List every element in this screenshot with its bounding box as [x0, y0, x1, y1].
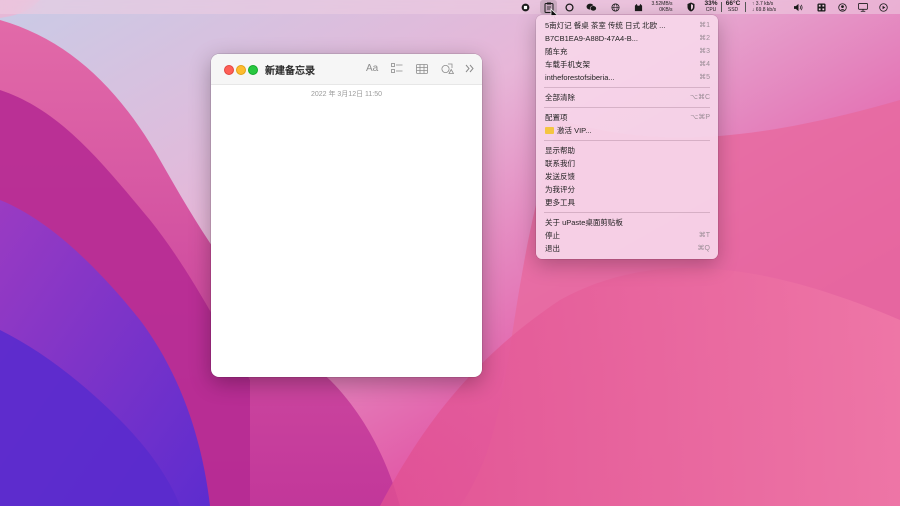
menu-separator	[544, 212, 710, 213]
menu-separator	[544, 107, 710, 108]
note-date: 2022 年 3月12日 11:50	[310, 91, 383, 98]
preferences-label: 配置项	[545, 112, 568, 122]
contact-us-item[interactable]: 联系我们	[544, 157, 710, 169]
folder-icon	[545, 126, 554, 134]
clip-item-2[interactable]: B7CB1EA9-A88D-47A4-B... ⌘2	[544, 32, 710, 44]
checklist-button[interactable]	[391, 61, 403, 76]
checklist-icon	[391, 63, 403, 73]
menu-separator	[544, 140, 710, 141]
clip-item-shortcut: ⌘4	[699, 61, 710, 68]
media-button[interactable]	[441, 61, 454, 76]
minimize-window-button[interactable]	[236, 65, 246, 75]
shapes-icon	[441, 63, 454, 74]
notes-window[interactable]: 新建备忘录 Aa 2022 年 3月12日 11:50	[211, 54, 482, 377]
clip-item-4[interactable]: 车载手机支架 ⌘4	[544, 58, 710, 70]
volume-icon[interactable]	[791, 0, 805, 14]
double-chevron-icon	[465, 64, 474, 73]
quit-label: 退出	[545, 243, 560, 253]
cat-icon[interactable]	[632, 0, 644, 14]
menu-separator	[544, 87, 710, 88]
menu-bar: 3.52MB/s 0KB/s 33% CPU 66°C SSD ↑ 3.7 kb…	[0, 0, 900, 14]
zoom-window-button[interactable]	[248, 65, 258, 75]
rate-me-label: 为我评分	[545, 184, 575, 194]
about-label: 关于 uPaste桌面剪贴板	[545, 217, 623, 227]
user-icon[interactable]	[836, 0, 848, 14]
play-circle-icon[interactable]	[877, 0, 889, 14]
globe-icon[interactable]	[609, 0, 621, 14]
show-help-label: 显示帮助	[545, 145, 575, 155]
format-text-button[interactable]: Aa	[366, 61, 378, 76]
clip-item-1[interactable]: 5南灯记 餐桌 茶室 传统 日式 北欧 ... ⌘1	[544, 19, 710, 31]
shield-icon[interactable]	[685, 0, 697, 14]
contact-us-label: 联系我们	[545, 158, 575, 168]
table-icon	[416, 63, 428, 74]
clip-item-5[interactable]: intheforestofsiberia... ⌘5	[544, 71, 710, 83]
temperature-label: SSD	[727, 7, 739, 13]
rate-me-item[interactable]: 为我评分	[544, 183, 710, 195]
preferences-item[interactable]: 配置项 ⌥⌘P	[544, 111, 710, 123]
cpu-readout[interactable]: 33% CPU	[703, 0, 719, 14]
table-button[interactable]	[416, 61, 428, 76]
format-aa-icon: Aa	[366, 63, 379, 74]
clip-item-3[interactable]: 随车充 ⌘3	[544, 45, 710, 57]
send-feedback-label: 发送反馈	[545, 171, 575, 181]
quit-shortcut: ⌘Q	[697, 245, 710, 252]
clip-item-label: 随车充	[545, 46, 568, 56]
display-icon[interactable]	[856, 0, 869, 14]
download-speed: 0KB/s	[659, 7, 673, 13]
record-icon[interactable]	[519, 0, 531, 14]
more-tools-label: 更多工具	[545, 197, 575, 207]
network-speed-readout[interactable]: 3.52MB/s 0KB/s	[645, 0, 679, 14]
clip-item-shortcut: ⌘3	[699, 48, 710, 55]
clear-all-shortcut: ⌥⌘C	[689, 94, 710, 101]
clip-item-label: 车载手机支架	[545, 59, 590, 69]
stop-shortcut: ⌘T	[698, 232, 710, 239]
upaste-dropdown-menu: 5南灯记 餐桌 茶室 传统 日式 北欧 ... ⌘1 B7CB1EA9-A88D…	[536, 15, 718, 259]
menubar-divider	[721, 2, 722, 12]
show-help-item[interactable]: 显示帮助	[544, 144, 710, 156]
clip-item-label: 5南灯记 餐桌 茶室 传统 日式 北欧 ...	[545, 20, 666, 30]
temperature-readout[interactable]: 66°C SSD	[723, 0, 743, 14]
clip-item-shortcut: ⌘1	[699, 22, 710, 29]
notes-toolbar: 新建备忘录 Aa	[211, 54, 482, 85]
clip-item-shortcut: ⌘5	[699, 74, 710, 81]
about-item[interactable]: 关于 uPaste桌面剪贴板	[544, 216, 710, 228]
sync-icon[interactable]	[563, 0, 575, 14]
wechat-icon[interactable]	[584, 0, 598, 14]
clear-all-item[interactable]: 全部清除 ⌥⌘C	[544, 91, 710, 103]
send-feedback-item[interactable]: 发送反馈	[544, 170, 710, 182]
control-grid-icon[interactable]	[815, 0, 827, 14]
stop-label: 停止	[545, 230, 560, 240]
download-speed-2: ↓ 69.8 kb/s	[751, 7, 777, 13]
clip-item-shortcut: ⌘2	[699, 35, 710, 42]
preferences-shortcut: ⌥⌘P	[690, 114, 710, 121]
network-speed-readout-2[interactable]: ↑ 3.7 kb/s ↓ 69.8 kb/s	[747, 0, 781, 14]
quit-item[interactable]: 退出 ⌘Q	[544, 242, 710, 254]
note-title: 新建备忘录	[265, 66, 315, 77]
clip-item-label: intheforestofsiberia...	[545, 72, 615, 82]
note-body-editor[interactable]	[211, 104, 482, 377]
menubar-divider	[745, 2, 746, 12]
cpu-label: CPU	[705, 7, 717, 13]
more-toolbar-button[interactable]	[465, 61, 474, 76]
more-tools-item[interactable]: 更多工具	[544, 196, 710, 208]
activate-vip-label: 激活 VIP...	[557, 125, 592, 135]
clear-all-label: 全部清除	[545, 92, 575, 102]
close-window-button[interactable]	[224, 65, 234, 75]
stop-item[interactable]: 停止 ⌘T	[544, 229, 710, 241]
clip-item-label: B7CB1EA9-A88D-47A4-B...	[545, 33, 638, 43]
activate-vip-item[interactable]: 激活 VIP...	[544, 124, 710, 136]
